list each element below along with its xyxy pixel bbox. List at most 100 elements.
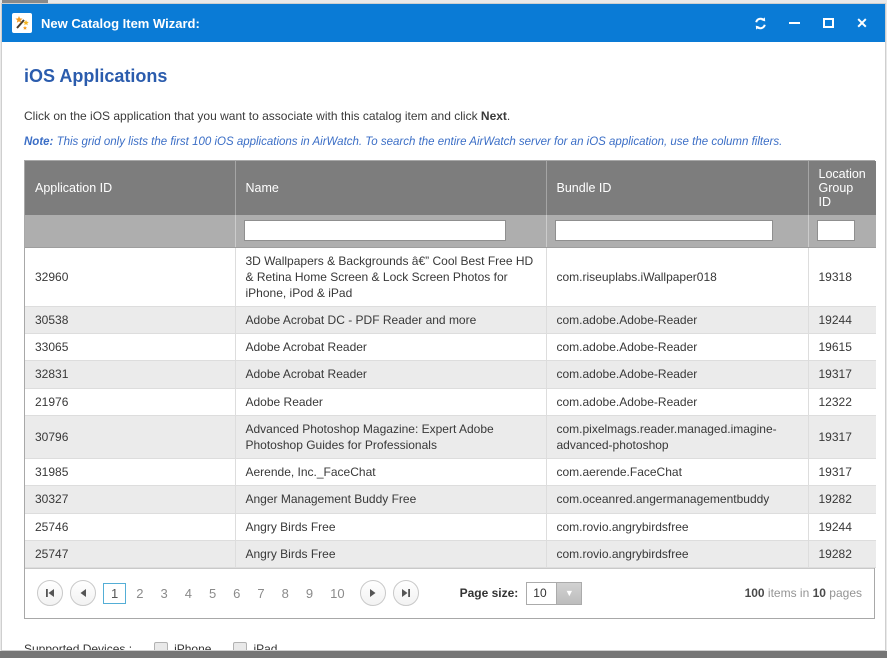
page-number-7[interactable]: 7 [250, 583, 271, 604]
table-row[interactable]: 21976 Adobe Reader com.adobe.Adobe-Reade… [25, 388, 876, 415]
name-filter-input[interactable] [244, 220, 506, 241]
applications-grid: Application ID Name Bundle ID Location G… [24, 160, 875, 619]
note-text: Note: This grid only lists the first 100… [24, 136, 871, 148]
page-size-dropdown[interactable]: 10 ▼ [526, 582, 582, 605]
column-header-bundle-id[interactable]: Bundle ID [546, 161, 808, 215]
refresh-button[interactable] [747, 11, 773, 35]
minimize-button[interactable] [781, 11, 807, 35]
cell-location-group-id: 19317 [808, 361, 876, 388]
next-page-button[interactable] [360, 580, 386, 606]
page-number-1[interactable]: 1 [103, 583, 126, 604]
supported-devices-row: Supported Devices : iPhone iPad [18, 642, 871, 651]
cell-name: Angry Birds Free [235, 513, 546, 540]
table-row[interactable]: 30796 Advanced Photoshop Magazine: Exper… [25, 415, 876, 458]
cell-name: Anger Management Buddy Free [235, 486, 546, 513]
cell-app-id: 25746 [25, 513, 235, 540]
cell-location-group-id: 12322 [808, 388, 876, 415]
window-bottom-edge [0, 651, 887, 658]
first-page-button[interactable] [37, 580, 63, 606]
page-number-6[interactable]: 6 [226, 583, 247, 604]
last-page-button[interactable] [393, 580, 419, 606]
filter-cell-application-id [25, 215, 235, 247]
refresh-icon [753, 16, 768, 31]
cell-bundle-id: com.adobe.Adobe-Reader [546, 388, 808, 415]
page-number-8[interactable]: 8 [275, 583, 296, 604]
cell-bundle-id: com.adobe.Adobe-Reader [546, 361, 808, 388]
cell-name: Adobe Acrobat Reader [235, 334, 546, 361]
page-size-control: Page size: 10 ▼ [460, 582, 583, 605]
note-body: This grid only lists the first 100 iOS a… [53, 136, 782, 148]
pages-count: 10 [813, 586, 826, 600]
maximize-button[interactable] [815, 11, 841, 35]
cell-app-id: 33065 [25, 334, 235, 361]
window-title: New Catalog Item Wizard: [41, 16, 747, 31]
ipad-checkbox-item[interactable]: iPad [233, 642, 277, 651]
note-label: Note: [24, 136, 53, 148]
table-row[interactable]: 32831 Adobe Acrobat Reader com.adobe.Ado… [25, 361, 876, 388]
close-button[interactable]: ✕ [849, 11, 875, 35]
page-number-4[interactable]: 4 [178, 583, 199, 604]
cell-name: Advanced Photoshop Magazine: Expert Adob… [235, 415, 546, 458]
wizard-window: New Catalog Item Wizard: ✕ iOS Applicati… [1, 3, 886, 651]
instruction-post: . [507, 109, 510, 123]
column-header-name[interactable]: Name [235, 161, 546, 215]
cell-location-group-id: 19318 [808, 247, 876, 307]
bundle-id-filter-input[interactable] [555, 220, 773, 241]
column-header-location-group-id[interactable]: Location Group ID [808, 161, 876, 215]
table-row[interactable]: 25747 Angry Birds Free com.rovio.angrybi… [25, 540, 876, 567]
ipad-checkbox-label: iPad [253, 642, 277, 651]
grid-filter-row [25, 215, 876, 247]
cell-app-id: 32831 [25, 361, 235, 388]
table-row[interactable]: 33065 Adobe Acrobat Reader com.adobe.Ado… [25, 334, 876, 361]
ipad-checkbox[interactable] [233, 642, 247, 651]
cell-name: Angry Birds Free [235, 540, 546, 567]
cell-location-group-id: 19317 [808, 459, 876, 486]
wizard-icon [12, 13, 32, 33]
page-number-9[interactable]: 9 [299, 583, 320, 604]
previous-page-button[interactable] [70, 580, 96, 606]
cell-app-id: 30327 [25, 486, 235, 513]
cell-location-group-id: 19244 [808, 307, 876, 334]
cell-location-group-id: 19615 [808, 334, 876, 361]
previous-page-icon [79, 588, 87, 598]
table-row[interactable]: 31985 Aerende, Inc._FaceChat com.aerende… [25, 459, 876, 486]
cell-location-group-id: 19244 [808, 513, 876, 540]
table-row[interactable]: 30327 Anger Management Buddy Free com.oc… [25, 486, 876, 513]
instruction-text: Click on the iOS application that you wa… [24, 109, 871, 123]
cell-name: Aerende, Inc._FaceChat [235, 459, 546, 486]
cell-app-id: 30796 [25, 415, 235, 458]
cell-name: Adobe Acrobat DC - PDF Reader and more [235, 307, 546, 334]
cell-name: Adobe Acrobat Reader [235, 361, 546, 388]
window-controls: ✕ [747, 11, 875, 35]
iphone-checkbox-item[interactable]: iPhone [154, 642, 211, 651]
next-page-icon [369, 588, 377, 598]
page-number-2[interactable]: 2 [129, 583, 150, 604]
grid-header-row: Application ID Name Bundle ID Location G… [25, 161, 876, 215]
pager-summary: 100 items in 10 pages [745, 586, 862, 600]
iphone-checkbox-label: iPhone [174, 642, 211, 651]
first-page-icon [45, 588, 55, 598]
pager-bar: 1 2 3 4 5 6 7 8 9 10 [25, 568, 874, 618]
column-header-application-id[interactable]: Application ID [25, 161, 235, 215]
table-row[interactable]: 32960 3D Wallpapers & Backgrounds â€” Co… [25, 247, 876, 307]
page-number-10[interactable]: 10 [323, 583, 351, 604]
cell-bundle-id: com.rovio.angrybirdsfree [546, 513, 808, 540]
last-page-icon [401, 588, 411, 598]
cell-location-group-id: 19282 [808, 540, 876, 567]
page-size-value: 10 [527, 583, 557, 604]
table-row[interactable]: 25746 Angry Birds Free com.rovio.angrybi… [25, 513, 876, 540]
wizard-content: iOS Applications Click on the iOS applic… [2, 42, 885, 651]
title-bar: New Catalog Item Wizard: ✕ [2, 4, 885, 42]
page-number-3[interactable]: 3 [153, 583, 174, 604]
cell-location-group-id: 19282 [808, 486, 876, 513]
iphone-checkbox[interactable] [154, 642, 168, 651]
page-number-5[interactable]: 5 [202, 583, 223, 604]
chevron-down-icon[interactable]: ▼ [557, 583, 581, 604]
table-row[interactable]: 30538 Adobe Acrobat DC - PDF Reader and … [25, 307, 876, 334]
page-size-label: Page size: [460, 586, 519, 600]
instruction-next-word: Next [481, 109, 507, 123]
cell-name: 3D Wallpapers & Backgrounds â€” Cool Bes… [235, 247, 546, 307]
filter-cell-bundle-id [546, 215, 808, 247]
instruction-pre: Click on the iOS application that you wa… [24, 109, 481, 123]
location-group-filter-input[interactable] [817, 220, 855, 241]
